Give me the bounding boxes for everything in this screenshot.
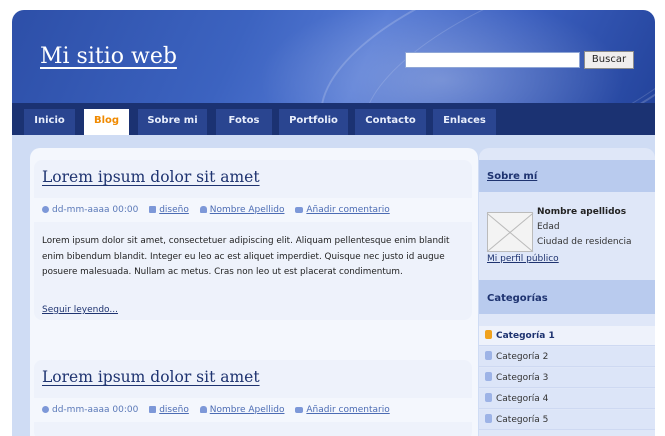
clock-icon	[42, 206, 49, 213]
tab-sobre-mi[interactable]: Sobre mi	[138, 109, 207, 135]
tab-fotos[interactable]: Fotos	[216, 109, 272, 135]
folder-icon	[149, 206, 157, 213]
tab-contacto[interactable]: Contacto	[355, 109, 426, 135]
category-item[interactable]: Categoría 2	[479, 347, 655, 367]
list-bullet-icon	[485, 372, 492, 381]
post-category-link[interactable]: diseño	[159, 405, 189, 415]
folder-icon	[149, 406, 157, 413]
profile-name: Nombre apellidos	[537, 207, 627, 217]
category-label: Categoría 2	[496, 352, 549, 362]
blog-post: Lorem ipsum dolor sit amet dd-mm-aaaa 00…	[34, 360, 474, 436]
site-header: Mi sitio web Buscar	[12, 10, 655, 211]
post-comment[interactable]: Añadir comentario	[295, 205, 393, 215]
categories-title: Categorías	[487, 293, 548, 304]
post-category[interactable]: diseño	[149, 405, 193, 415]
add-comment-link[interactable]: Añadir comentario	[306, 205, 389, 215]
profile-age: Edad	[537, 222, 560, 232]
page-frame: Mi sitio web Buscar Inicio Blog Sobre mi…	[12, 10, 655, 436]
tab-portfolio[interactable]: Portfolio	[279, 109, 348, 135]
list-bullet-icon	[485, 330, 492, 339]
sidebar: Sobre mí Nombre apellidos Edad Ciudad de…	[479, 148, 655, 436]
search-input[interactable]	[405, 52, 580, 68]
post-meta: dd-mm-aaaa 00:00 diseño Nombre Apellido …	[34, 198, 472, 222]
comment-icon	[295, 407, 304, 413]
list-bullet-icon	[485, 351, 492, 360]
comment-icon	[295, 207, 304, 213]
post-date: dd-mm-aaaa 00:00	[42, 205, 142, 215]
category-item[interactable]: Categoría 4	[479, 389, 655, 409]
list-bullet-icon	[485, 414, 492, 423]
category-item[interactable]: Categoría 1	[479, 326, 655, 346]
post-date: dd-mm-aaaa 00:00	[42, 405, 142, 415]
blog-post: Lorem ipsum dolor sit amet dd-mm-aaaa 00…	[34, 160, 474, 320]
post-author[interactable]: Nombre Apellido	[199, 205, 289, 215]
post-title[interactable]: Lorem ipsum dolor sit amet	[42, 368, 260, 386]
profile-city: Ciudad de residencia	[537, 237, 632, 247]
category-item[interactable]: Categoría 5	[479, 410, 655, 430]
post-comment[interactable]: Añadir comentario	[295, 405, 393, 415]
post-date-text: dd-mm-aaaa 00:00	[52, 205, 139, 215]
main-navigation: Inicio Blog Sobre mi Fotos Portfolio Con…	[12, 103, 655, 135]
public-profile-link[interactable]: Mi perfil público	[487, 254, 559, 264]
search-button[interactable]: Buscar	[584, 51, 634, 69]
clock-icon	[42, 406, 49, 413]
profile-image-placeholder	[487, 212, 533, 252]
post-category-link[interactable]: diseño	[159, 205, 189, 215]
category-item[interactable]: Categoría 3	[479, 368, 655, 388]
tab-blog[interactable]: Blog	[84, 109, 129, 135]
read-more-link[interactable]: Seguir leyendo...	[42, 305, 118, 315]
tab-enlaces[interactable]: Enlaces	[433, 109, 496, 135]
post-category[interactable]: diseño	[149, 205, 193, 215]
site-title[interactable]: Mi sitio web	[40, 44, 177, 69]
user-icon	[199, 206, 207, 213]
post-meta: dd-mm-aaaa 00:00 diseño Nombre Apellido …	[34, 398, 472, 422]
add-comment-link[interactable]: Añadir comentario	[306, 405, 389, 415]
post-author-link[interactable]: Nombre Apellido	[210, 405, 285, 415]
post-title[interactable]: Lorem ipsum dolor sit amet	[42, 168, 260, 186]
category-label: Categoría 1	[496, 331, 555, 341]
post-date-text: dd-mm-aaaa 00:00	[52, 405, 139, 415]
category-label: Categoría 5	[496, 415, 549, 425]
tab-inicio[interactable]: Inicio	[24, 109, 75, 135]
list-bullet-icon	[485, 393, 492, 402]
user-icon	[199, 406, 207, 413]
category-label: Categoría 3	[496, 373, 549, 383]
post-author-link[interactable]: Nombre Apellido	[210, 205, 285, 215]
category-label: Categoría 4	[496, 394, 549, 404]
post-body: Lorem ipsum dolor sit amet, consectetuer…	[42, 236, 450, 277]
about-title[interactable]: Sobre mí	[487, 171, 537, 182]
post-author[interactable]: Nombre Apellido	[199, 405, 289, 415]
